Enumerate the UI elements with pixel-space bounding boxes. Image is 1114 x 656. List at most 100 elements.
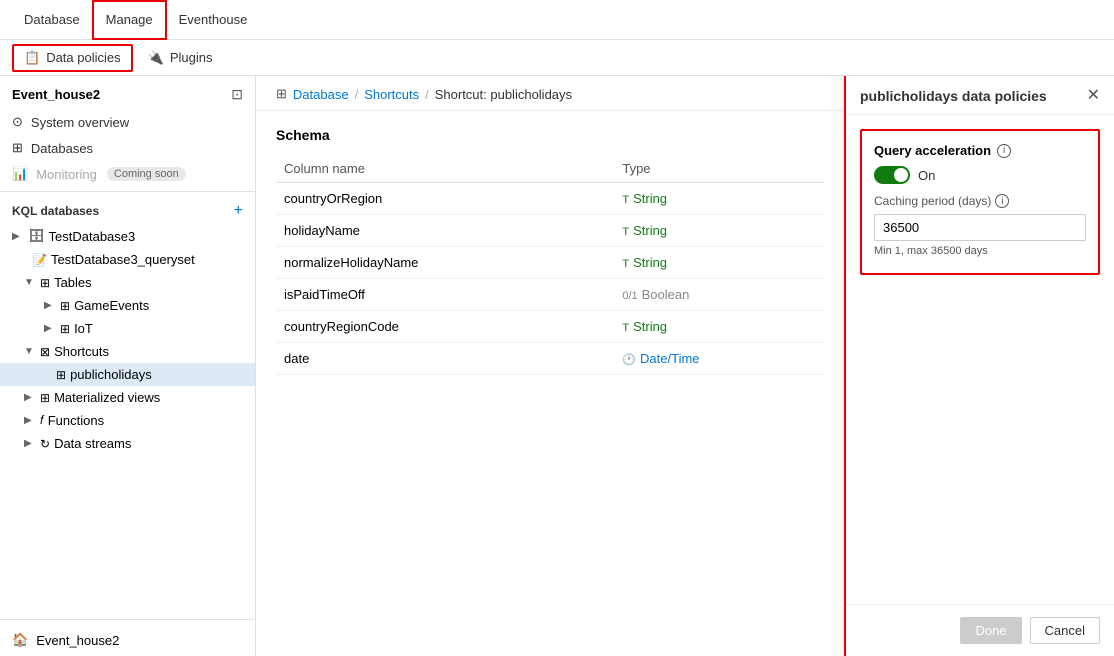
eventhouse-icon: 🏠 bbox=[12, 632, 28, 648]
caching-value-input[interactable] bbox=[874, 214, 1086, 241]
type-icon-0: T bbox=[622, 194, 629, 206]
query-acceleration-label: Query acceleration bbox=[874, 143, 991, 158]
grid-icon: ⊞ bbox=[12, 140, 23, 156]
sidebar-bottom-eventhouse[interactable]: 🏠 Event_house2 bbox=[0, 624, 255, 656]
caching-hint: Min 1, max 36500 days bbox=[874, 245, 1086, 257]
table-row: isPaidTimeOff 0/1 Boolean bbox=[276, 279, 824, 311]
chevron-right-icon: ▶ bbox=[12, 231, 24, 242]
monitor-icon: 📊 bbox=[12, 166, 28, 182]
content-area: ⊞ Database / Shortcuts / Shortcut: publi… bbox=[256, 76, 844, 656]
publicholidays-icon: ⊞ bbox=[56, 368, 66, 382]
right-panel: publicholidays data policies ✕ Query acc… bbox=[844, 76, 1114, 656]
bc-part-2: Shortcut: publicholidays bbox=[435, 87, 572, 102]
type-val-5: Date/Time bbox=[640, 351, 699, 366]
type-icon-1: T bbox=[622, 226, 629, 238]
nav-database[interactable]: Database bbox=[12, 0, 92, 40]
chevron-down-icon2: ▼ bbox=[24, 346, 36, 357]
chevron-right-icon2: ▶ bbox=[44, 300, 56, 311]
cancel-button[interactable]: Cancel bbox=[1030, 617, 1100, 644]
cell-name-4: countryRegionCode bbox=[276, 311, 614, 343]
table-row: countryOrRegion T String bbox=[276, 183, 824, 215]
sidebar-item-gameevents[interactable]: ▶ ⊞ GameEvents bbox=[0, 294, 255, 317]
query-acceleration-info-icon[interactable]: i bbox=[997, 144, 1011, 158]
plugins-icon: 🔌 bbox=[148, 50, 164, 66]
col-header-name: Column name bbox=[276, 155, 614, 183]
toggle-knob bbox=[894, 168, 908, 182]
sidebar-item-iot[interactable]: ▶ ⊞ IoT bbox=[0, 317, 255, 340]
table-item-icon: ⊞ bbox=[60, 299, 70, 313]
cell-name-3: isPaidTimeOff bbox=[276, 279, 614, 311]
db-icon: 🗄 bbox=[28, 228, 45, 244]
cell-name-1: holidayName bbox=[276, 215, 614, 247]
bc-sep-1: / bbox=[425, 87, 429, 102]
add-kql-btn[interactable]: + bbox=[234, 202, 243, 220]
gauge-icon: ⊙ bbox=[12, 114, 23, 130]
cell-name-5: date bbox=[276, 343, 614, 375]
table-icon: ⊞ bbox=[40, 276, 50, 290]
caching-info-icon[interactable]: i bbox=[995, 194, 1009, 208]
bc-part-1[interactable]: Shortcuts bbox=[364, 87, 419, 102]
stream-icon: ↻ bbox=[40, 437, 50, 451]
sidebar-item-monitoring[interactable]: 📊 Monitoring Coming soon bbox=[0, 161, 255, 187]
chevron-right-icon3: ▶ bbox=[44, 323, 56, 334]
type-icon-5: 🕐 bbox=[622, 354, 636, 366]
query-acceleration-toggle[interactable] bbox=[874, 166, 910, 184]
chevron-right-icon4: ▶ bbox=[24, 392, 36, 403]
shortcut-icon: ⊠ bbox=[40, 345, 50, 359]
chevron-right-icon6: ▶ bbox=[24, 438, 36, 449]
sidebar-item-data-streams[interactable]: ▶ ↻ Data streams bbox=[0, 432, 255, 455]
sidebar-item-testdatabase3[interactable]: ▶ 🗄 TestDatabase3 bbox=[0, 224, 255, 248]
sidebar: Event_house2 ⊡ ⊙ System overview ⊞ Datab… bbox=[0, 76, 256, 656]
type-val-4: String bbox=[633, 319, 667, 334]
data-policies-icon: 📋 bbox=[24, 50, 40, 66]
type-icon-4: T bbox=[622, 322, 629, 334]
sidebar-item-system-overview[interactable]: ⊙ System overview bbox=[0, 109, 255, 135]
plugins-button[interactable]: 🔌 Plugins bbox=[137, 45, 224, 71]
sidebar-toggle-btn[interactable]: ⊡ bbox=[231, 86, 243, 103]
sidebar-item-materialized-views[interactable]: ▶ ⊞ Materialized views bbox=[0, 386, 255, 409]
sidebar-title: Event_house2 bbox=[12, 87, 100, 102]
bc-part-0[interactable]: Database bbox=[293, 87, 349, 102]
function-icon: 𝑓 bbox=[40, 413, 44, 428]
sidebar-item-shortcuts[interactable]: ▼ ⊠ Shortcuts bbox=[0, 340, 255, 363]
type-val-2: String bbox=[633, 255, 667, 270]
nav-manage[interactable]: Manage bbox=[92, 0, 167, 40]
sidebar-item-functions[interactable]: ▶ 𝑓 Functions bbox=[0, 409, 255, 432]
mat-view-icon: ⊞ bbox=[40, 391, 50, 405]
table-row: countryRegionCode T String bbox=[276, 311, 824, 343]
nav-eventhouse[interactable]: Eventhouse bbox=[167, 0, 260, 40]
table-row: holidayName T String bbox=[276, 215, 824, 247]
type-val-0: String bbox=[633, 191, 667, 206]
chevron-right-icon5: ▶ bbox=[24, 415, 36, 426]
cell-name-2: normalizeHolidayName bbox=[276, 247, 614, 279]
query-acceleration-section: Query acceleration i On Caching period (… bbox=[860, 129, 1100, 275]
col-header-type: Type bbox=[614, 155, 824, 183]
query-icon: 📝 bbox=[32, 253, 47, 267]
chevron-down-icon: ▼ bbox=[24, 277, 36, 288]
type-icon-2: T bbox=[622, 258, 629, 270]
iot-icon: ⊞ bbox=[60, 322, 70, 336]
right-panel-title: publicholidays data policies bbox=[860, 88, 1047, 104]
schema-title: Schema bbox=[276, 127, 824, 143]
coming-soon-badge: Coming soon bbox=[107, 167, 186, 181]
sidebar-item-databases[interactable]: ⊞ Databases bbox=[0, 135, 255, 161]
cell-name-0: countryOrRegion bbox=[276, 183, 614, 215]
sidebar-item-tables[interactable]: ▼ ⊞ Tables bbox=[0, 271, 255, 294]
sidebar-item-publicholidays[interactable]: ⊞ publicholidays bbox=[0, 363, 255, 386]
close-panel-btn[interactable]: ✕ bbox=[1087, 88, 1100, 104]
sidebar-item-queryset[interactable]: 📝 TestDatabase3_queryset bbox=[0, 248, 255, 271]
schema-table: Column name Type countryOrRegion T String… bbox=[276, 155, 824, 375]
bc-sep-0: / bbox=[355, 87, 359, 102]
table-row: date 🕐 Date/Time bbox=[276, 343, 824, 375]
toggle-state-label: On bbox=[918, 168, 935, 183]
data-policies-button[interactable]: 📋 Data policies bbox=[12, 44, 133, 72]
table-row: normalizeHolidayName T String bbox=[276, 247, 824, 279]
breadcrumb-icon: ⊞ bbox=[276, 86, 287, 102]
breadcrumb: ⊞ Database / Shortcuts / Shortcut: publi… bbox=[256, 76, 844, 111]
type-val-3: Boolean bbox=[642, 287, 690, 302]
type-val-1: String bbox=[633, 223, 667, 238]
type-icon-3: 0/1 bbox=[622, 290, 637, 302]
caching-label: Caching period (days) bbox=[874, 194, 991, 208]
kql-section-label: KQL databases bbox=[12, 204, 99, 218]
done-button[interactable]: Done bbox=[960, 617, 1021, 644]
